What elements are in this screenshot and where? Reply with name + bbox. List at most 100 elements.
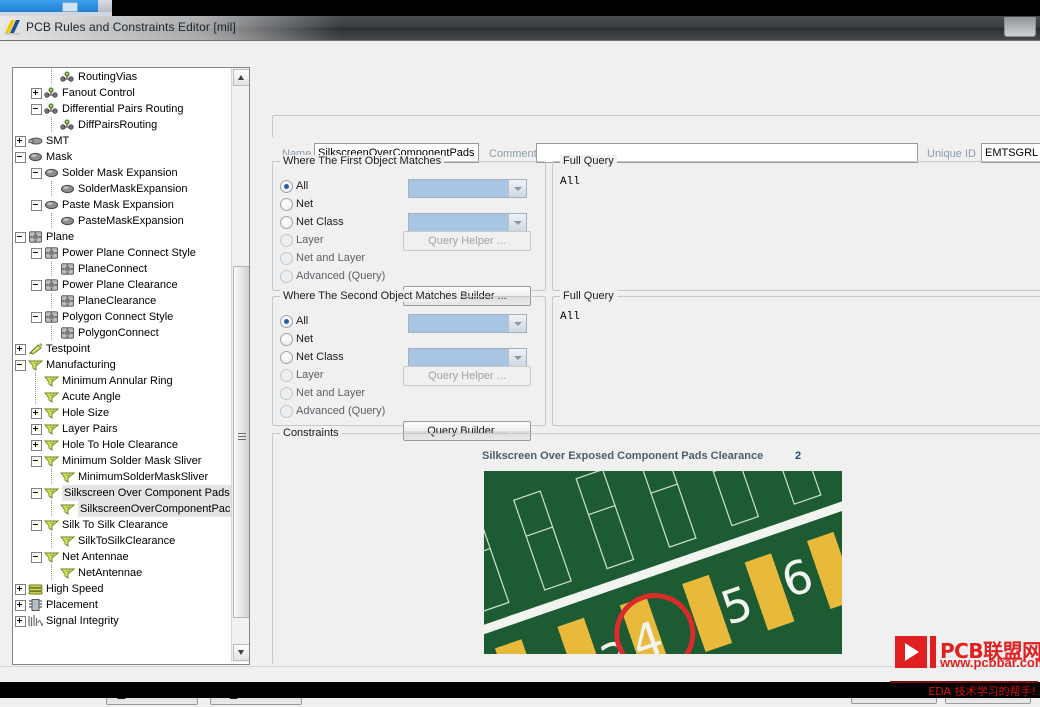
unique-id-input[interactable]: EMTSGRL bbox=[981, 143, 1040, 163]
chevron-down-icon[interactable] bbox=[508, 180, 526, 197]
collapse-icon[interactable] bbox=[15, 152, 26, 163]
manufacturing-icon bbox=[44, 455, 60, 467]
clearance-value[interactable]: 2 bbox=[795, 450, 801, 462]
plane-icon bbox=[60, 263, 75, 275]
radio-label: Net and Layer bbox=[296, 387, 366, 399]
first-object-radio-layer[interactable]: Layer bbox=[280, 232, 380, 248]
tree-item-label: Minimum Annular Ring bbox=[62, 375, 173, 387]
tree-item-label: Hole To Hole Clearance bbox=[62, 439, 178, 451]
second-object-netclass-combo[interactable] bbox=[408, 348, 527, 367]
second-object-radio-advanced-query[interactable]: Advanced (Query) bbox=[280, 403, 400, 419]
radio-label: Net Class bbox=[296, 351, 344, 363]
second-object-radio-net-class[interactable]: Net Class bbox=[280, 349, 380, 365]
tree-connector-line bbox=[51, 501, 52, 517]
radio-label: All bbox=[296, 180, 309, 192]
expand-icon[interactable] bbox=[31, 88, 42, 99]
tree-connector-line bbox=[51, 181, 52, 197]
manufacturing-icon bbox=[28, 359, 44, 371]
routing-icon bbox=[44, 87, 59, 99]
collapse-icon[interactable] bbox=[31, 280, 42, 291]
tree-vertical-scrollbar[interactable] bbox=[231, 68, 249, 662]
taskbar-window-button[interactable] bbox=[0, 0, 99, 12]
rules-tree[interactable]: RoutingVias Fanout Control Differential Pa… bbox=[13, 68, 231, 664]
collapse-icon[interactable] bbox=[31, 312, 42, 323]
second-object-radio-net[interactable]: Net bbox=[280, 331, 380, 347]
mask-icon bbox=[44, 167, 59, 179]
radio-bullet-icon bbox=[280, 198, 293, 211]
first-object-net-combo[interactable] bbox=[408, 179, 527, 198]
radio-bullet-icon bbox=[280, 216, 293, 229]
expand-icon[interactable] bbox=[15, 616, 26, 627]
tree-item-label: RoutingVias bbox=[78, 71, 138, 83]
tree-connector-line bbox=[51, 565, 52, 581]
collapse-icon[interactable] bbox=[31, 488, 42, 499]
expand-icon[interactable] bbox=[31, 440, 42, 451]
second-object-radio-all[interactable]: All bbox=[280, 313, 380, 329]
radio-bullet-icon bbox=[280, 405, 293, 418]
tree-item-label: Fanout Control bbox=[62, 87, 135, 99]
desktop-background-strip bbox=[0, 0, 1040, 16]
tree-connector-line bbox=[35, 373, 36, 389]
clearance-label: Silkscreen Over Exposed Component Pads C… bbox=[482, 450, 764, 462]
first-object-radio-all[interactable]: All bbox=[280, 178, 380, 194]
radio-label: Advanced (Query) bbox=[296, 270, 386, 282]
expand-icon[interactable] bbox=[15, 344, 26, 355]
manufacturing-icon bbox=[44, 439, 60, 451]
scroll-up-button[interactable] bbox=[233, 69, 249, 86]
tree-item-label: Acute Angle bbox=[62, 391, 121, 403]
tree-item-label: Hole Size bbox=[62, 407, 110, 419]
first-object-radio-net-and-layer[interactable]: Net and Layer bbox=[280, 250, 380, 266]
manufacturing-icon bbox=[60, 567, 76, 579]
collapse-icon[interactable] bbox=[31, 248, 42, 259]
chevron-down-icon[interactable] bbox=[508, 349, 526, 366]
first-object-radio-net-class[interactable]: Net Class bbox=[280, 214, 380, 230]
collapse-icon[interactable] bbox=[31, 456, 42, 467]
tree-item-label: Placement bbox=[46, 599, 98, 611]
comment-label: Comment bbox=[489, 148, 537, 160]
manufacturing-icon bbox=[44, 407, 60, 419]
expand-icon[interactable] bbox=[15, 136, 26, 147]
tree-item-label: Plane bbox=[46, 231, 75, 243]
second-object-radio-layer[interactable]: Layer bbox=[280, 367, 380, 383]
window-controls[interactable] bbox=[1004, 17, 1038, 37]
expand-icon[interactable] bbox=[15, 600, 26, 611]
collapse-icon[interactable] bbox=[31, 104, 42, 115]
watermark-url: www.pcbbar.com bbox=[940, 655, 1040, 670]
rules-tree-panel[interactable]: RoutingVias Fanout Control Differential Pa… bbox=[12, 67, 250, 665]
first-object-netclass-combo[interactable] bbox=[408, 213, 527, 232]
plane-icon bbox=[28, 231, 43, 243]
collapse-icon[interactable] bbox=[31, 200, 42, 211]
altium-app-icon bbox=[5, 20, 20, 35]
tree-item-label: Differential Pairs Routing bbox=[62, 103, 184, 115]
window-titlebar[interactable]: PCB Rules and Constraints Editor [mil] bbox=[0, 16, 1040, 41]
watermark-bar bbox=[930, 636, 936, 668]
scrollbar-thumb[interactable] bbox=[233, 266, 249, 618]
chevron-down-icon[interactable] bbox=[508, 214, 526, 231]
chevron-down-icon[interactable] bbox=[508, 315, 526, 332]
radio-bullet-icon bbox=[280, 351, 293, 364]
collapse-icon[interactable] bbox=[31, 168, 42, 179]
tree-connector-line bbox=[51, 69, 52, 85]
tree-item-label: Mask bbox=[46, 151, 73, 163]
expand-icon[interactable] bbox=[15, 584, 26, 595]
window-restore-button[interactable] bbox=[1004, 17, 1036, 37]
tree-item-label: NetAntennae bbox=[78, 567, 143, 579]
play-button-icon bbox=[895, 636, 927, 668]
scroll-down-button[interactable] bbox=[233, 644, 249, 661]
first-object-radio-net[interactable]: Net bbox=[280, 196, 380, 212]
collapse-icon[interactable] bbox=[15, 232, 26, 243]
taskbar-extra-button[interactable] bbox=[98, 0, 112, 12]
collapse-icon[interactable] bbox=[31, 520, 42, 531]
tree-item-label: SMT bbox=[46, 135, 70, 147]
expand-icon[interactable] bbox=[31, 408, 42, 419]
radio-bullet-icon bbox=[280, 270, 293, 283]
first-object-radio-advanced-query[interactable]: Advanced (Query) bbox=[280, 268, 400, 284]
plane-icon bbox=[44, 247, 59, 259]
first-full-query-title: Full Query bbox=[560, 155, 617, 167]
second-object-radio-net-and-layer[interactable]: Net and Layer bbox=[280, 385, 380, 401]
second-object-net-combo[interactable] bbox=[408, 314, 527, 333]
collapse-icon[interactable] bbox=[15, 360, 26, 371]
collapse-icon[interactable] bbox=[31, 552, 42, 563]
expand-icon[interactable] bbox=[31, 424, 42, 435]
tree-item-label: Testpoint bbox=[46, 343, 91, 355]
